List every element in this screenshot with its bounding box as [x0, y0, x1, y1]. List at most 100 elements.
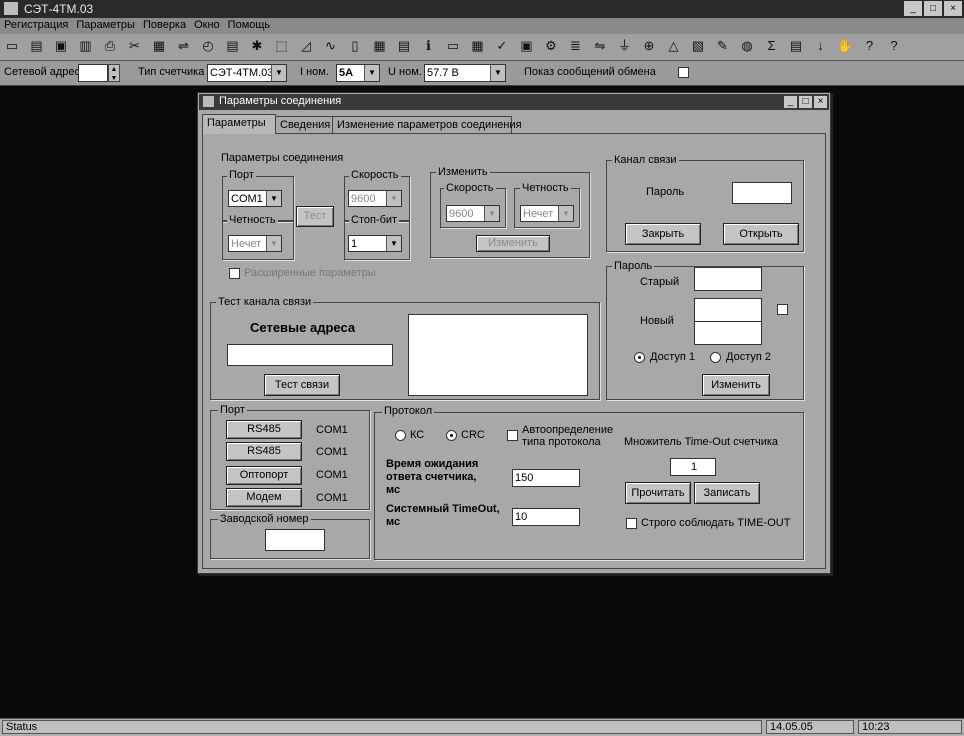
star-icon[interactable]: ✱: [249, 38, 265, 54]
save-as-icon[interactable]: ▥: [78, 38, 94, 54]
u-nom-select[interactable]: 57.7 В ▼: [424, 64, 506, 82]
channel-password-input[interactable]: [732, 182, 792, 204]
chart-icon[interactable]: ▯: [347, 38, 363, 54]
new-password-input[interactable]: [694, 298, 762, 322]
image-icon[interactable]: ▧: [690, 38, 706, 54]
i-nom-select[interactable]: 5А ▼: [336, 64, 380, 82]
grid-icon[interactable]: ▦: [470, 38, 486, 54]
cut-icon[interactable]: ✂: [127, 38, 143, 54]
calc-icon[interactable]: ▤: [225, 38, 241, 54]
clock-icon[interactable]: ◴: [200, 38, 216, 54]
globe-icon[interactable]: ◍: [739, 38, 755, 54]
link-icon[interactable]: ⇋: [592, 38, 608, 54]
wave-icon[interactable]: ∿: [323, 38, 339, 54]
timeout-mult-input[interactable]: 1: [670, 458, 716, 476]
tab-info[interactable]: Сведения: [275, 116, 333, 133]
book-icon[interactable]: ▤: [788, 38, 804, 54]
net-address-spinner[interactable]: ▲ ▼: [108, 64, 120, 82]
access2-radio[interactable]: [710, 352, 721, 363]
crc-radio[interactable]: [446, 430, 457, 441]
speed-select[interactable]: 9600 ▼: [348, 190, 402, 207]
dialog-minimize-button[interactable]: _: [784, 96, 797, 108]
plug-icon[interactable]: ⏚: [617, 38, 633, 54]
arrow-icon[interactable]: ↓: [813, 38, 829, 54]
cursor-icon[interactable]: ⬚: [274, 38, 290, 54]
doc-icon[interactable]: ▤: [396, 38, 412, 54]
network-icon[interactable]: ⇌: [176, 38, 192, 54]
change-speed-select[interactable]: 9600 ▼: [446, 205, 500, 222]
phase-icon[interactable]: ⊕: [641, 38, 657, 54]
open-icon[interactable]: ▤: [29, 38, 45, 54]
stopbit-value: 1: [351, 238, 358, 250]
password-change-button[interactable]: Изменить: [702, 374, 770, 396]
wait-label-3: мс: [386, 484, 401, 496]
rs485-2-button[interactable]: RS485: [226, 442, 302, 461]
optoport-com: COM1: [316, 469, 348, 481]
new-icon[interactable]: ▭: [4, 38, 20, 54]
net-addresses-input[interactable]: [227, 344, 393, 366]
serial-number-input[interactable]: [265, 529, 325, 551]
menu-item-3[interactable]: Окно: [190, 18, 224, 32]
net-addresses-label: Сетевые адреса: [250, 320, 356, 335]
menu-item-0[interactable]: Регистрация: [0, 18, 72, 32]
old-password-input[interactable]: [694, 267, 762, 291]
test-connection-button[interactable]: Тест связи: [264, 374, 340, 396]
hand-icon[interactable]: ✋: [837, 38, 853, 54]
tab-parameters[interactable]: Параметры: [202, 114, 276, 134]
stopbit-select[interactable]: 1 ▼: [348, 235, 402, 252]
monitor-icon[interactable]: ▭: [445, 38, 461, 54]
channel-open-button[interactable]: Открыть: [723, 223, 799, 245]
wait-label-1: Время ожидания: [386, 458, 479, 470]
auto-protocol-checkbox[interactable]: [507, 430, 518, 441]
print-icon[interactable]: ⎙: [102, 38, 118, 54]
timeout-read-button[interactable]: Прочитать: [625, 482, 691, 504]
menu-item-1[interactable]: Параметры: [72, 18, 139, 32]
graph-icon[interactable]: ◿: [298, 38, 314, 54]
rs485-1-button[interactable]: RS485: [226, 420, 302, 439]
confirm-password-input[interactable]: [694, 321, 762, 345]
table-icon[interactable]: ▦: [372, 38, 388, 54]
warning-icon[interactable]: △: [666, 38, 682, 54]
exchange-messages-checkbox[interactable]: [678, 67, 689, 78]
energy-icon[interactable]: ▣: [519, 38, 535, 54]
channel-close-button[interactable]: Закрыть: [625, 223, 701, 245]
conn-test-button[interactable]: Тест: [296, 206, 334, 227]
change-apply-button[interactable]: Изменить: [476, 235, 550, 252]
protocol-title: Протокол: [382, 405, 435, 417]
check-icon[interactable]: ✓: [494, 38, 510, 54]
parity-select[interactable]: Нечет ▼: [228, 235, 282, 252]
info-icon[interactable]: ℹ: [421, 38, 437, 54]
timeout-write-button[interactable]: Записать: [694, 482, 760, 504]
menu-item-4[interactable]: Помощь: [224, 18, 275, 32]
access1-radio[interactable]: [634, 352, 645, 363]
wait-timeout-input[interactable]: 150: [512, 469, 580, 487]
show-password-checkbox[interactable]: [777, 304, 788, 315]
help-icon[interactable]: ?: [886, 38, 902, 54]
list-icon[interactable]: ≣: [568, 38, 584, 54]
save-icon[interactable]: ▣: [53, 38, 69, 54]
change-parity-select[interactable]: Нечет ▼: [520, 205, 574, 222]
port-select[interactable]: COM1 ▼: [228, 190, 282, 207]
sum-icon[interactable]: Σ: [764, 38, 780, 54]
test-log-memo[interactable]: [408, 314, 588, 396]
maximize-button[interactable]: □: [924, 1, 942, 16]
tab-change-params[interactable]: Изменение параметров соединения: [332, 116, 522, 133]
minimize-button[interactable]: _: [904, 1, 922, 16]
tool-icon[interactable]: ✎: [715, 38, 731, 54]
extended-params-checkbox[interactable]: [229, 268, 240, 279]
gear-icon[interactable]: ⚙: [543, 38, 559, 54]
dialog-maximize-button[interactable]: □: [799, 96, 812, 108]
strict-timeout-checkbox[interactable]: [626, 518, 637, 529]
question-icon[interactable]: ?: [862, 38, 878, 54]
sys-timeout-input[interactable]: 10: [512, 508, 580, 526]
optoport-button[interactable]: Оптопорт: [226, 466, 302, 485]
port-select-title: Порт: [218, 404, 247, 416]
close-button[interactable]: ×: [944, 1, 962, 16]
menu-item-2[interactable]: Поверка: [139, 18, 190, 32]
meter-type-select[interactable]: СЭТ-4ТМ.03 ▼: [207, 64, 287, 82]
meter-icon[interactable]: ▦: [151, 38, 167, 54]
modem-button[interactable]: Модем: [226, 488, 302, 507]
net-address-input[interactable]: [78, 64, 108, 82]
dialog-close-button[interactable]: ×: [814, 96, 827, 108]
ks-radio[interactable]: [395, 430, 406, 441]
